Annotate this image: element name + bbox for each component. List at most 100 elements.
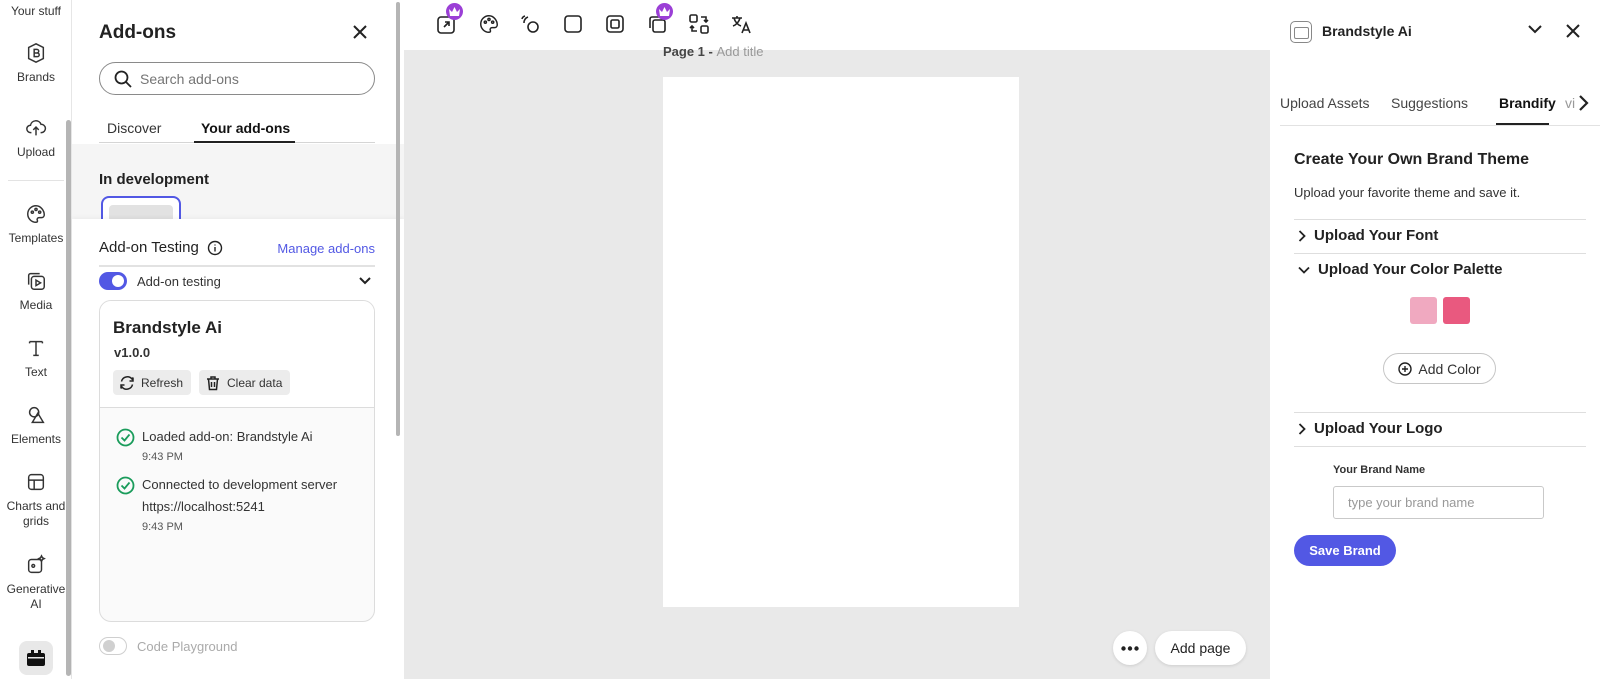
brand-name-label: Your Brand Name: [1333, 464, 1426, 476]
log-time: 9:43 PM: [142, 521, 183, 533]
in-development-title: In development: [99, 171, 210, 188]
refresh-button[interactable]: Refresh: [113, 370, 192, 395]
addon-testing-label: Add-on testing: [137, 273, 221, 289]
accordion-upload-color-palette[interactable]: Upload Your Color Palette: [1298, 261, 1502, 278]
in-development-addon-thumbnail[interactable]: [101, 196, 181, 220]
templates-icon: [27, 205, 45, 223]
rail-your-stuff[interactable]: Your stuff: [0, 4, 72, 19]
plus-circle-icon: [1398, 361, 1413, 376]
check-circle-icon: [116, 428, 135, 447]
log-entry: Connected to development server https://…: [116, 474, 337, 534]
tab-underline: [194, 141, 295, 143]
media-icon: [27, 272, 45, 290]
search-box[interactable]: [99, 62, 375, 95]
color-swatch[interactable]: [1410, 297, 1437, 324]
upload-icon: [26, 120, 47, 136]
search-input[interactable]: [140, 70, 360, 87]
add-color-button[interactable]: Add Color: [1383, 353, 1496, 384]
addons-title: Add-ons: [99, 22, 177, 43]
log-text: Connected to development server: [142, 477, 338, 492]
accordion-upload-logo[interactable]: Upload Your Logo: [1298, 420, 1443, 437]
testing-divider: [99, 265, 375, 267]
left-rail: Your stuff Brands Upload Templates Media…: [0, 0, 72, 679]
chevron-right-icon: [1298, 422, 1306, 435]
addon-icon: [1290, 21, 1312, 43]
more-options-button[interactable]: [1113, 631, 1147, 665]
rail-item-charts[interactable]: Charts and grids: [0, 471, 72, 529]
rail-scrollbar[interactable]: [66, 120, 71, 676]
shape-tool[interactable]: [562, 13, 584, 35]
brandstyle-panel: Brandstyle Ai Upload Assets Suggestions …: [1270, 0, 1600, 679]
replace-tool[interactable]: [688, 13, 710, 35]
refresh-label: Refresh: [141, 375, 184, 390]
addon-testing-toggle-row: Add-on testing: [99, 270, 375, 292]
palette-icon: [480, 15, 498, 33]
rail-item-elements[interactable]: Elements: [0, 404, 72, 447]
translate-icon: [732, 16, 751, 34]
rail-item-media[interactable]: Media: [0, 270, 72, 313]
rail-item-text-label: Text: [24, 365, 47, 379]
addon-version: v1.0.0: [114, 345, 151, 360]
tab-partial[interactable]: vi: [1565, 95, 1575, 111]
add-page-button[interactable]: Add page: [1155, 631, 1246, 665]
tab-your-addons[interactable]: Your add-ons: [201, 120, 290, 136]
resize-tool[interactable]: [436, 3, 463, 35]
layers-tool[interactable]: [646, 3, 673, 35]
brand-name-input[interactable]: [1333, 486, 1544, 519]
accordion-upload-font[interactable]: Upload Your Font: [1298, 227, 1438, 244]
info-icon[interactable]: [207, 240, 223, 256]
tab-brandify[interactable]: Brandify: [1499, 95, 1556, 111]
chevron-down-icon[interactable]: [359, 277, 371, 285]
divider: [1294, 412, 1586, 413]
rail-item-upload[interactable]: Upload: [0, 117, 72, 160]
chevron-down-icon[interactable]: [1528, 25, 1542, 34]
mask-tool[interactable]: [604, 13, 626, 35]
brands-icon: [27, 43, 45, 63]
chevron-down-icon: [1298, 266, 1310, 274]
log-url: https://localhost:5241: [142, 499, 265, 514]
rail-your-stuff-label: Your stuff: [10, 4, 62, 18]
rail-item-generative-ai[interactable]: Generative AI: [0, 554, 72, 612]
addon-testing-title: Add-on Testing: [99, 239, 223, 256]
manage-addons-link[interactable]: Manage add-ons: [277, 241, 375, 256]
rail-item-addons[interactable]: [19, 641, 53, 675]
color-swatch[interactable]: [1443, 297, 1470, 324]
translate-tool[interactable]: [730, 13, 752, 35]
log-time: 9:43 PM: [142, 451, 183, 463]
generative-ai-icon: [27, 554, 46, 574]
animate-icon: [521, 15, 539, 33]
addon-card: Brandstyle Ai v1.0.0 Refresh Clear data …: [99, 300, 375, 622]
theme-tool[interactable]: [478, 13, 500, 35]
rail-item-templates[interactable]: Templates: [0, 203, 72, 246]
addon-testing-toggle[interactable]: [99, 272, 127, 290]
panel-scrollbar[interactable]: [396, 2, 400, 436]
divider: [1294, 253, 1586, 254]
check-circle-icon: [116, 476, 135, 495]
tab-discover[interactable]: Discover: [107, 120, 161, 136]
save-brand-button[interactable]: Save Brand: [1294, 535, 1396, 566]
rail-item-charts-label: Charts and grids: [6, 499, 66, 528]
rail-item-brands[interactable]: Brands: [0, 42, 72, 85]
addon-name: Brandstyle Ai: [113, 318, 222, 337]
text-icon: [28, 340, 44, 357]
chevron-right-icon[interactable]: [1578, 94, 1590, 112]
rail-item-text[interactable]: Text: [0, 337, 72, 380]
swap-icon: [689, 14, 709, 34]
animate-tool[interactable]: [520, 13, 542, 35]
clear-data-label: Clear data: [227, 375, 283, 390]
premium-crown-icon: [446, 3, 463, 20]
tab-suggestions[interactable]: Suggestions: [1391, 95, 1468, 111]
close-icon[interactable]: [1565, 23, 1581, 39]
tab-upload-assets[interactable]: Upload Assets: [1280, 95, 1370, 111]
rail-item-elements-label: Elements: [10, 432, 62, 446]
premium-crown-icon: [656, 3, 673, 20]
code-playground-toggle[interactable]: [99, 637, 127, 655]
accordion-upload-color-palette-label: Upload Your Color Palette: [1318, 261, 1503, 278]
square-icon: [564, 15, 582, 33]
page-canvas[interactable]: [663, 77, 1019, 607]
page-title-input[interactable]: Add title: [716, 44, 763, 59]
accordion-upload-font-label: Upload Your Font: [1314, 227, 1439, 244]
clear-data-button[interactable]: Clear data: [199, 370, 291, 395]
close-icon[interactable]: [350, 22, 370, 42]
mask-icon: [606, 15, 624, 33]
